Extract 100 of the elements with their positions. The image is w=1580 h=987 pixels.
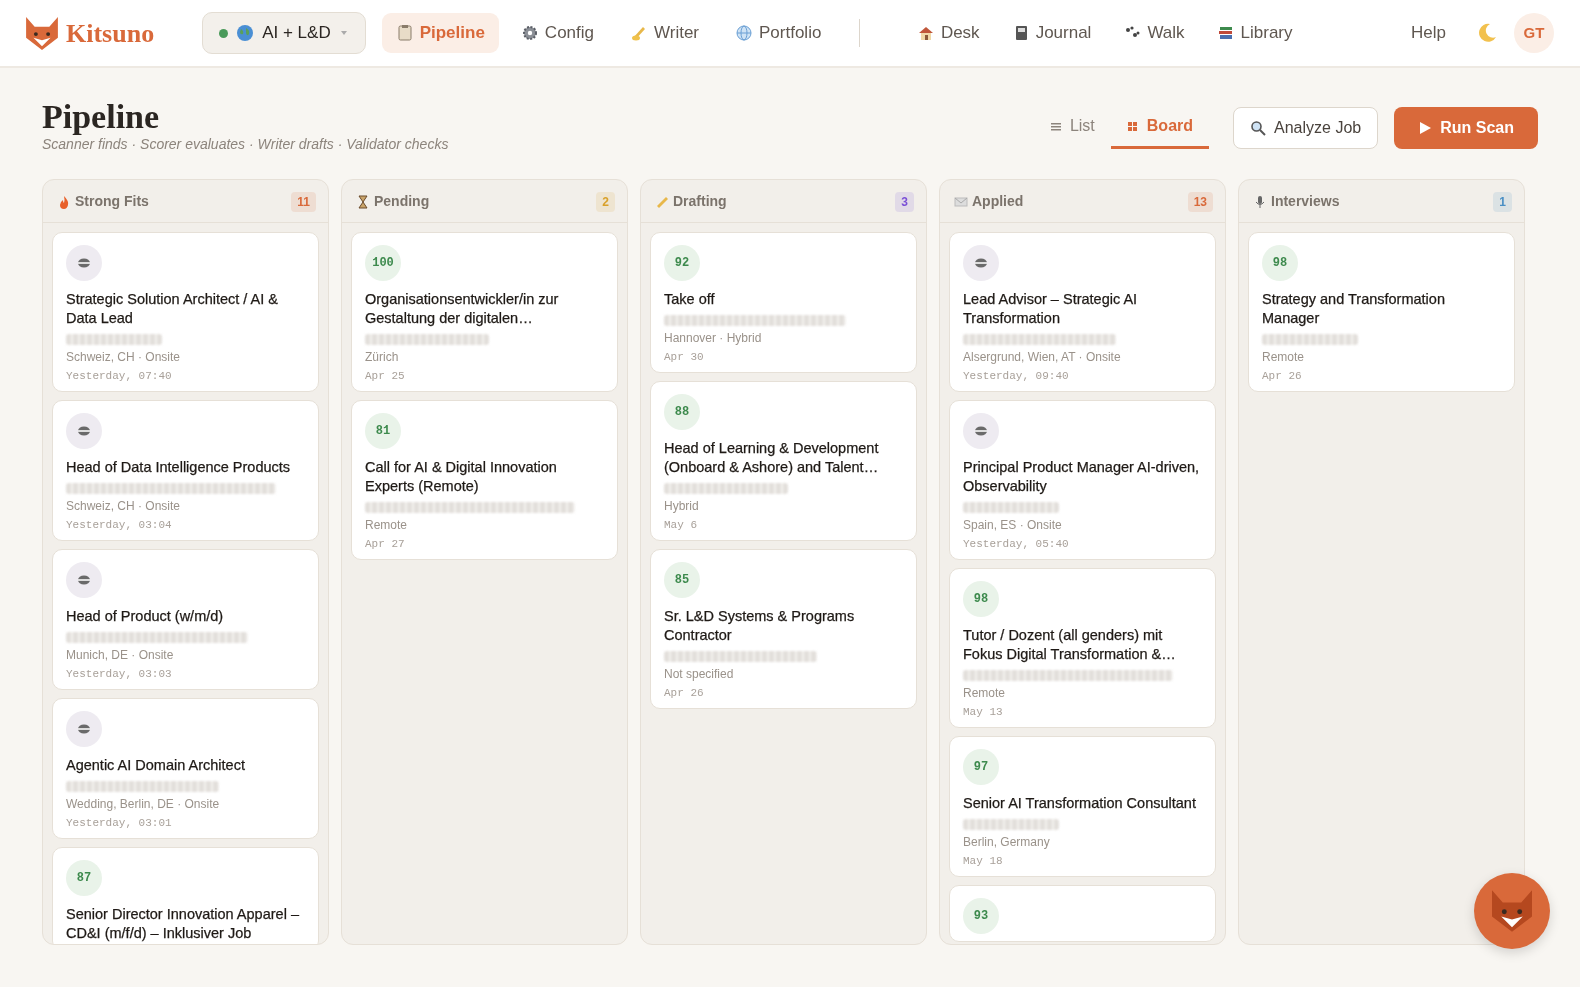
search-icon — [1250, 119, 1267, 136]
job-location: Wedding, Berlin, DE · Onsite — [66, 796, 221, 812]
job-card[interactable]: 93 — [949, 885, 1216, 942]
posted-time: Yesterday, 03:01 — [66, 816, 173, 831]
posted-time: Yesterday, 07:40 — [66, 369, 173, 384]
company-logo-icon — [974, 426, 988, 436]
job-card[interactable]: 81 Call for AI & Digital Innovation Experts (Remote) Remote Apr 27 — [351, 400, 618, 560]
count-badge: 2 — [596, 191, 615, 212]
score-badge: 87 — [66, 860, 102, 896]
job-card[interactable]: 92 Take off Hannover · Hybrid Apr 30 — [650, 232, 917, 373]
posted-time: Apr 26 — [1262, 369, 1303, 384]
job-card[interactable]: 98 Tutor / Dozent (all genders) mit Fokus Digital Transformation &… Remote May 13 — [949, 568, 1216, 728]
count-badge: 13 — [1187, 191, 1213, 212]
posted-time: Apr 30 — [664, 350, 705, 365]
job-location: Remote — [963, 685, 1007, 701]
company-logo-icon — [77, 575, 91, 585]
score-badge: 85 — [664, 562, 700, 598]
flame-icon — [57, 194, 71, 209]
job-location: Berlin, Germany — [963, 834, 1051, 850]
play-icon — [1418, 120, 1433, 135]
job-card[interactable]: 85 Sr. L&D Systems & Programs Contractor Not specified Apr 26 — [650, 549, 917, 709]
job-card[interactable]: Strategic Solution Architect / AI & Data Lead Schweiz, CH · Onsite Yesterday, 07:40 — [52, 232, 319, 392]
job-card[interactable]: 88 Head of Learning & Development (Onboard & Ashore) and Talent… Hybrid May 6 — [650, 381, 917, 541]
posted-time: Yesterday, 03:04 — [66, 518, 173, 533]
column-title: Applied — [972, 192, 1024, 211]
job-card[interactable]: 97 Senior AI Transformation Consultant Berlin, Germany May 18 — [949, 736, 1216, 877]
posted-time: Yesterday, 05:40 — [963, 537, 1070, 552]
microphone-icon — [1253, 194, 1267, 209]
count-badge: 1 — [1493, 191, 1512, 212]
job-title: Principal Product Manager AI-driven, Observability — [963, 458, 1201, 496]
score-badge: 98 — [963, 581, 999, 617]
job-location: Schweiz, CH · Onsite — [66, 349, 182, 365]
posted-time: Yesterday, 03:03 — [66, 667, 173, 682]
clipboard-icon — [395, 24, 414, 42]
help-link[interactable]: Help — [1397, 13, 1460, 53]
workspace-dropdown[interactable]: AI + L&D — [202, 12, 366, 54]
score-badge: 98 — [1262, 245, 1298, 281]
company-logo-icon — [77, 724, 91, 734]
column-title: Drafting — [673, 192, 727, 211]
hourglass-icon — [356, 194, 370, 209]
nav-tab[interactable]: Config — [506, 13, 608, 53]
nav-link[interactable]: Journal — [1007, 13, 1096, 53]
job-card[interactable]: Lead Advisor – Strategic AI Transformation Alsergrund, Wien, AT · Onsite Yesterday, 09:40 — [949, 232, 1216, 392]
job-location: Not specified — [664, 666, 735, 682]
posted-time: Yesterday, 09:40 — [963, 369, 1070, 384]
moon-icon — [1476, 22, 1498, 44]
list-icon — [1049, 120, 1062, 132]
score-badge: 81 — [365, 413, 401, 449]
job-card[interactable]: 98 Strategy and Transformation Manager Remote Apr 26 — [1248, 232, 1515, 392]
posted-time: Apr 26 — [664, 686, 705, 701]
score-badge: 92 — [664, 245, 700, 281]
job-location: Hannover · Hybrid — [664, 330, 763, 346]
analyze-job-button[interactable]: Analyze Job — [1233, 106, 1379, 149]
job-title: Head of Learning & Development (Onboard & Ashore) and Talent… — [664, 439, 880, 477]
job-card[interactable]: Principal Product Manager AI-driven, Observability Spain, ES · Onsite Yesterday, 05:40 — [949, 400, 1216, 560]
brand-name: Kitsuno — [66, 17, 155, 50]
job-location: Hybrid — [664, 498, 700, 514]
posted-time: May 18 — [963, 854, 1004, 869]
nav-link[interactable]: Desk — [912, 13, 984, 53]
score-badge: 93 — [963, 898, 999, 934]
fox-logo-icon — [1492, 890, 1532, 932]
score-badge: 88 — [664, 394, 700, 430]
posted-time: May 6 — [664, 518, 698, 533]
nav-tab[interactable]: Writer — [616, 13, 713, 53]
company-logo-icon — [974, 258, 988, 268]
job-title: Call for AI & Digital Innovation Experts (Remote) — [365, 458, 558, 496]
job-location: Schweiz, CH · Onsite — [66, 498, 182, 514]
job-card[interactable]: Agentic AI Domain Architect Wedding, Berlin, DE · Onsite Yesterday, 03:01 — [52, 698, 319, 839]
envelope-icon — [954, 194, 968, 209]
page-subtitle: Scanner finds · Scorer evaluates · Writer drafts · Validator checks — [42, 135, 449, 154]
job-location: Zürich — [365, 349, 400, 365]
fox-logo-icon — [26, 16, 58, 50]
job-location: Remote — [365, 517, 409, 533]
count-badge: 3 — [895, 191, 914, 212]
job-title: Strategy and Transformation Manager — [1262, 290, 1446, 328]
nav-link[interactable]: Library — [1212, 13, 1297, 53]
page-title: Pipeline — [42, 100, 161, 134]
column-title: Strong Fits — [75, 192, 149, 211]
score-badge: 97 — [963, 749, 999, 785]
job-title: Tutor / Dozent (all genders) mit Fokus Digital Transformation &… — [963, 626, 1177, 664]
job-card[interactable]: Head of Data Intelligence Products Schweiz, CH · Onsite Yesterday, 03:04 — [52, 400, 319, 541]
job-card[interactable]: Head of Product (w/m/d) Munich, DE · Onsite Yesterday, 03:03 — [52, 549, 319, 690]
company-logo-icon — [77, 426, 91, 436]
count-badge: 11 — [291, 191, 316, 212]
job-card[interactable]: 100 Organisationsentwickler/in zur Gestaltung der digitalen… Zürich Apr 25 — [351, 232, 618, 392]
grid-icon — [1126, 120, 1139, 132]
job-title: Senior Director Innovation Apparel – CD&I (m/f/d) – Inklusiver Job — [66, 905, 300, 943]
column-title: Pending — [374, 192, 430, 211]
job-title: Lead Advisor – Strategic AI Transformation — [963, 290, 1139, 328]
globe-icon — [236, 24, 255, 42]
job-location: Alsergrund, Wien, AT · Onsite — [963, 349, 1122, 365]
assistant-button[interactable] — [1474, 873, 1550, 949]
job-title: Sr. L&D Systems & Programs Contractor — [664, 607, 856, 645]
nav-tab[interactable]: Portfolio — [721, 13, 836, 53]
books-icon — [1216, 24, 1235, 42]
nav-link[interactable]: Walk — [1119, 13, 1189, 53]
gear-icon — [520, 24, 539, 42]
job-title: Agentic AI Domain Architect — [66, 756, 246, 775]
job-title: Senior AI Transformation Consultant — [963, 794, 1197, 813]
job-card[interactable]: 87 Senior Director Innovation Apparel – CD&I (m/f/d) – Inklusiver Job — [52, 847, 319, 944]
